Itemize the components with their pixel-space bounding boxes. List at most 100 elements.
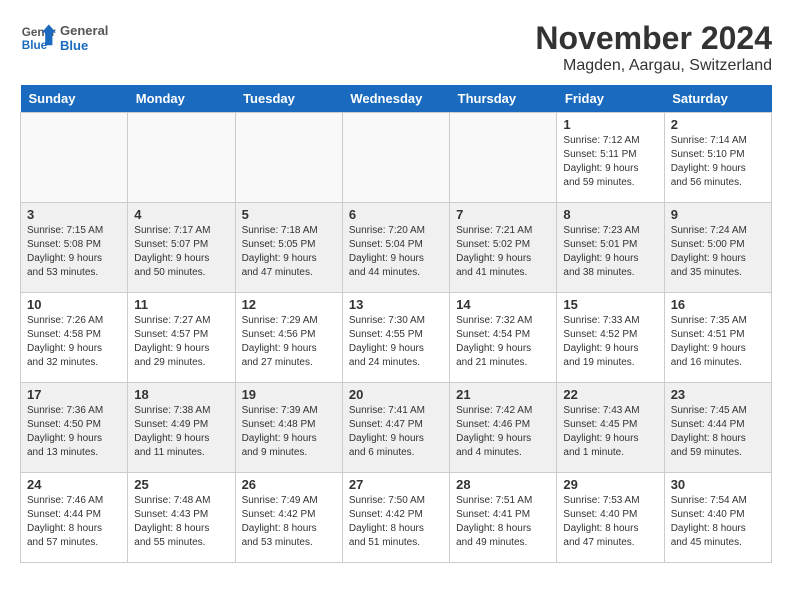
- calendar-week-row: 24Sunrise: 7:46 AM Sunset: 4:44 PM Dayli…: [21, 473, 772, 563]
- day-number: 17: [27, 387, 121, 402]
- day-info: Sunrise: 7:43 AM Sunset: 4:45 PM Dayligh…: [563, 404, 657, 460]
- calendar-cell: 28Sunrise: 7:51 AM Sunset: 4:41 PM Dayli…: [450, 473, 557, 563]
- title-section: November 2024 Magden, Aargau, Switzerlan…: [535, 20, 772, 75]
- calendar-cell: 23Sunrise: 7:45 AM Sunset: 4:44 PM Dayli…: [664, 383, 771, 473]
- calendar-week-row: 1 Sunrise: 7:12 AM Sunset: 5:11 PM Daylig…: [21, 113, 772, 203]
- day-number: 15: [563, 297, 657, 312]
- day-info: Sunrise: 7:29 AM Sunset: 4:56 PM Dayligh…: [242, 314, 336, 370]
- calendar-cell: 9 Sunrise: 7:24 AM Sunset: 5:00 PM Daylig…: [664, 203, 771, 293]
- calendar-cell: 10 Sunrise: 7:26 AM Sunset: 4:58 PM Dayli…: [21, 293, 128, 383]
- day-number: 5: [242, 207, 336, 222]
- calendar-cell: 11Sunrise: 7:27 AM Sunset: 4:57 PM Dayli…: [128, 293, 235, 383]
- calendar-cell: [235, 113, 342, 203]
- calendar-cell: 26 Sunrise: 7:49 AM Sunset: 4:42 PM Dayli…: [235, 473, 342, 563]
- calendar-cell: [450, 113, 557, 203]
- day-info: Sunrise: 7:45 AM Sunset: 4:44 PM Dayligh…: [671, 404, 765, 460]
- day-info: Sunrise: 7:24 AM Sunset: 5:00 PM Dayligh…: [671, 224, 765, 280]
- day-info: Sunrise: 7:20 AM Sunset: 5:04 PM Dayligh…: [349, 224, 443, 280]
- day-info: Sunrise: 7:54 AM Sunset: 4:40 PM Dayligh…: [671, 494, 765, 550]
- day-info: Sunrise: 7:14 AM Sunset: 5:10 PM Dayligh…: [671, 134, 765, 190]
- calendar-cell: 1 Sunrise: 7:12 AM Sunset: 5:11 PM Daylig…: [557, 113, 664, 203]
- day-info: Sunrise: 7:41 AM Sunset: 4:47 PM Dayligh…: [349, 404, 443, 460]
- day-info: Sunrise: 7:42 AM Sunset: 4:46 PM Dayligh…: [456, 404, 550, 460]
- calendar-cell: 24Sunrise: 7:46 AM Sunset: 4:44 PM Dayli…: [21, 473, 128, 563]
- calendar-cell: 19 Sunrise: 7:39 AM Sunset: 4:48 PM Dayli…: [235, 383, 342, 473]
- day-info: Sunrise: 7:18 AM Sunset: 5:05 PM Dayligh…: [242, 224, 336, 280]
- day-number: 21: [456, 387, 550, 402]
- calendar-cell: 5 Sunrise: 7:18 AM Sunset: 5:05 PM Daylig…: [235, 203, 342, 293]
- calendar-cell: 12 Sunrise: 7:29 AM Sunset: 4:56 PM Dayli…: [235, 293, 342, 383]
- day-number: 9: [671, 207, 765, 222]
- calendar-cell: 30 Sunrise: 7:54 AM Sunset: 4:40 PM Dayli…: [664, 473, 771, 563]
- day-number: 14: [456, 297, 550, 312]
- weekday-header-sunday: Sunday: [21, 85, 128, 113]
- calendar-cell: [128, 113, 235, 203]
- weekday-header-wednesday: Wednesday: [342, 85, 449, 113]
- day-info: Sunrise: 7:23 AM Sunset: 5:01 PM Dayligh…: [563, 224, 657, 280]
- day-info: Sunrise: 7:53 AM Sunset: 4:40 PM Dayligh…: [563, 494, 657, 550]
- day-number: 6: [349, 207, 443, 222]
- day-info: Sunrise: 7:26 AM Sunset: 4:58 PM Dayligh…: [27, 314, 121, 370]
- day-number: 27: [349, 477, 443, 492]
- day-number: 1: [563, 117, 657, 132]
- calendar-week-row: 10 Sunrise: 7:26 AM Sunset: 4:58 PM Dayli…: [21, 293, 772, 383]
- day-info: Sunrise: 7:33 AM Sunset: 4:52 PM Dayligh…: [563, 314, 657, 370]
- day-number: 4: [134, 207, 228, 222]
- day-number: 7: [456, 207, 550, 222]
- calendar-cell: 7 Sunrise: 7:21 AM Sunset: 5:02 PM Daylig…: [450, 203, 557, 293]
- weekday-header-tuesday: Tuesday: [235, 85, 342, 113]
- day-number: 16: [671, 297, 765, 312]
- calendar-week-row: 3Sunrise: 7:15 AM Sunset: 5:08 PM Daylig…: [21, 203, 772, 293]
- day-info: Sunrise: 7:38 AM Sunset: 4:49 PM Dayligh…: [134, 404, 228, 460]
- day-info: Sunrise: 7:36 AM Sunset: 4:50 PM Dayligh…: [27, 404, 121, 460]
- day-info: Sunrise: 7:32 AM Sunset: 4:54 PM Dayligh…: [456, 314, 550, 370]
- weekday-header-saturday: Saturday: [664, 85, 771, 113]
- day-info: Sunrise: 7:21 AM Sunset: 5:02 PM Dayligh…: [456, 224, 550, 280]
- calendar-cell: 4Sunrise: 7:17 AM Sunset: 5:07 PM Daylig…: [128, 203, 235, 293]
- calendar-cell: 6 Sunrise: 7:20 AM Sunset: 5:04 PM Daylig…: [342, 203, 449, 293]
- day-number: 26: [242, 477, 336, 492]
- svg-text:Blue: Blue: [22, 39, 48, 52]
- day-number: 29: [563, 477, 657, 492]
- calendar-cell: [342, 113, 449, 203]
- month-title: November 2024: [535, 20, 772, 57]
- calendar-cell: 14 Sunrise: 7:32 AM Sunset: 4:54 PM Dayli…: [450, 293, 557, 383]
- calendar-cell: 25 Sunrise: 7:48 AM Sunset: 4:43 PM Dayli…: [128, 473, 235, 563]
- day-number: 8: [563, 207, 657, 222]
- logo: General Blue General Blue: [20, 20, 108, 56]
- day-info: Sunrise: 7:12 AM Sunset: 5:11 PM Dayligh…: [563, 134, 657, 190]
- day-info: Sunrise: 7:35 AM Sunset: 4:51 PM Dayligh…: [671, 314, 765, 370]
- calendar-cell: 13Sunrise: 7:30 AM Sunset: 4:55 PM Dayli…: [342, 293, 449, 383]
- calendar-cell: 3Sunrise: 7:15 AM Sunset: 5:08 PM Daylig…: [21, 203, 128, 293]
- day-number: 22: [563, 387, 657, 402]
- calendar-table: SundayMondayTuesdayWednesdayThursdayFrid…: [20, 85, 772, 563]
- calendar-cell: 29 Sunrise: 7:53 AM Sunset: 4:40 PM Dayli…: [557, 473, 664, 563]
- day-number: 28: [456, 477, 550, 492]
- day-number: 24: [27, 477, 121, 492]
- day-number: 20: [349, 387, 443, 402]
- day-info: Sunrise: 7:39 AM Sunset: 4:48 PM Dayligh…: [242, 404, 336, 460]
- day-number: 25: [134, 477, 228, 492]
- day-info: Sunrise: 7:30 AM Sunset: 4:55 PM Dayligh…: [349, 314, 443, 370]
- day-number: 30: [671, 477, 765, 492]
- location-title: Magden, Aargau, Switzerland: [535, 57, 772, 75]
- weekday-header-thursday: Thursday: [450, 85, 557, 113]
- day-info: Sunrise: 7:49 AM Sunset: 4:42 PM Dayligh…: [242, 494, 336, 550]
- calendar-cell: 16 Sunrise: 7:35 AM Sunset: 4:51 PM Dayli…: [664, 293, 771, 383]
- day-number: 11: [134, 297, 228, 312]
- day-number: 19: [242, 387, 336, 402]
- day-number: 12: [242, 297, 336, 312]
- calendar-cell: 27 Sunrise: 7:50 AM Sunset: 4:42 PM Dayli…: [342, 473, 449, 563]
- calendar-cell: 22 Sunrise: 7:43 AM Sunset: 4:45 PM Dayli…: [557, 383, 664, 473]
- day-number: 18: [134, 387, 228, 402]
- calendar-cell: 15 Sunrise: 7:33 AM Sunset: 4:52 PM Dayli…: [557, 293, 664, 383]
- day-number: 3: [27, 207, 121, 222]
- day-info: Sunrise: 7:48 AM Sunset: 4:43 PM Dayligh…: [134, 494, 228, 550]
- day-info: Sunrise: 7:50 AM Sunset: 4:42 PM Dayligh…: [349, 494, 443, 550]
- calendar-cell: 8 Sunrise: 7:23 AM Sunset: 5:01 PM Daylig…: [557, 203, 664, 293]
- calendar-cell: 2 Sunrise: 7:14 AM Sunset: 5:10 PM Daylig…: [664, 113, 771, 203]
- day-number: 2: [671, 117, 765, 132]
- day-number: 10: [27, 297, 121, 312]
- calendar-cell: 21 Sunrise: 7:42 AM Sunset: 4:46 PM Dayli…: [450, 383, 557, 473]
- weekday-header-friday: Friday: [557, 85, 664, 113]
